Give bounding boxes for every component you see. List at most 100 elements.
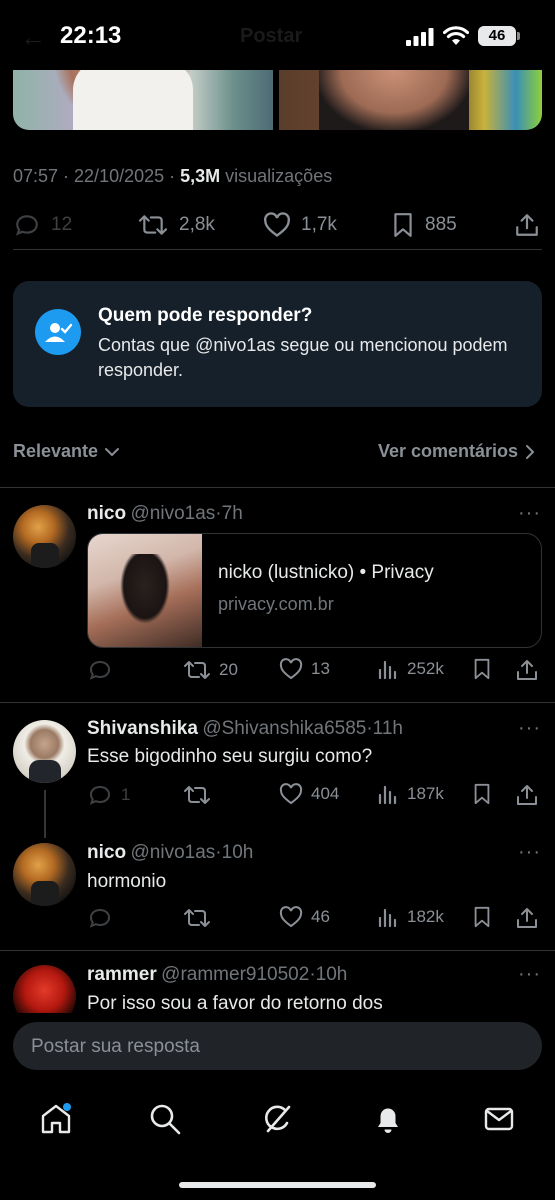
share-button[interactable] xyxy=(515,783,539,807)
post-stats: 12 2,8k 1,7k 885 xyxy=(13,206,542,246)
like-button[interactable]: 404 xyxy=(279,783,339,805)
display-name[interactable]: nico xyxy=(87,503,126,524)
repost-count: 2,8k xyxy=(179,214,215,235)
reply-input[interactable]: Postar sua resposta xyxy=(13,1022,542,1070)
views-button[interactable]: 187k xyxy=(377,783,444,805)
reply-stat[interactable]: 12 xyxy=(13,212,72,238)
bookmark-button[interactable] xyxy=(472,906,492,928)
reply-count: 12 xyxy=(51,214,73,235)
chevron-right-icon xyxy=(526,444,535,459)
reply-button[interactable]: 1 xyxy=(87,783,130,807)
display-name[interactable]: rammer xyxy=(87,964,157,985)
grok-icon xyxy=(265,1105,291,1133)
share-button[interactable] xyxy=(513,212,541,238)
like-stat[interactable]: 1,7k xyxy=(263,212,337,238)
reply-text: Esse bigodinho seu surgiu como? xyxy=(87,746,373,767)
restriction-description: Contas que @nivo1as segue ou mencionou p… xyxy=(98,335,508,380)
repost-icon xyxy=(184,909,210,927)
messages-tab[interactable] xyxy=(482,1102,516,1136)
search-tab[interactable] xyxy=(148,1102,182,1136)
more-options-icon[interactable]: ··· xyxy=(518,717,541,740)
like-count: 404 xyxy=(311,784,340,803)
link-card[interactable]: nicko (lustnicko) • Privacy privacy.com.… xyxy=(87,533,542,648)
heart-icon xyxy=(279,658,303,680)
grok-tab[interactable] xyxy=(259,1102,293,1136)
bookmark-icon xyxy=(474,906,490,928)
repost-button[interactable] xyxy=(183,906,211,930)
bookmark-button[interactable] xyxy=(472,658,492,680)
reply-text: Por isso sou a favor do retorno dos xyxy=(87,993,383,1013)
reply-actions: 1 404 187k xyxy=(87,783,542,809)
repost-stat[interactable]: 2,8k xyxy=(137,212,215,238)
reply-button[interactable] xyxy=(87,906,113,930)
chevron-down-icon xyxy=(105,447,120,456)
avatar[interactable] xyxy=(13,843,76,906)
display-name[interactable]: Shivanshika xyxy=(87,718,198,739)
bookmark-count: 885 xyxy=(425,214,457,235)
repost-button[interactable] xyxy=(183,783,211,807)
share-button[interactable] xyxy=(515,658,539,682)
reply-item: rammer @rammer910502·10h ··· Por isso so… xyxy=(0,955,555,1013)
views-count: 5,3M xyxy=(180,166,221,186)
post-timestamp: 07:57 · 22/10/2025 · xyxy=(13,166,181,186)
view-comments-link[interactable]: Ver comentários xyxy=(378,441,536,462)
bookmark-button[interactable] xyxy=(472,783,492,805)
views-count: 252k xyxy=(407,659,444,678)
user-handle[interactable]: @Shivanshika6585 xyxy=(202,718,366,739)
display-name[interactable]: nico xyxy=(87,842,126,863)
reply-header: nico @nivo1as·10h xyxy=(87,842,253,864)
bookmark-icon xyxy=(474,658,490,680)
reply-icon xyxy=(89,660,111,680)
sort-label: Relevante xyxy=(13,441,99,461)
search-icon xyxy=(150,1104,181,1135)
share-icon xyxy=(517,908,537,928)
repost-count: 20 xyxy=(219,660,238,679)
avatar[interactable] xyxy=(13,505,76,568)
battery-indicator: 46 xyxy=(478,26,520,46)
share-icon xyxy=(517,660,537,680)
like-button[interactable]: 13 xyxy=(279,658,330,680)
restriction-title: Quem pode responder? xyxy=(98,305,313,326)
reply-icon xyxy=(89,908,111,928)
messages-icon xyxy=(484,1107,514,1131)
share-button[interactable] xyxy=(515,906,539,930)
user-handle[interactable]: @nivo1as xyxy=(131,842,216,863)
link-title: nicko (lustnicko) • Privacy xyxy=(218,562,434,583)
more-options-icon[interactable]: ··· xyxy=(518,502,541,525)
user-handle[interactable]: @nivo1as xyxy=(131,503,216,524)
user-handle[interactable]: @rammer910502 xyxy=(161,964,309,985)
status-bar: ← Postar 22:13 46 xyxy=(0,0,555,70)
bookmark-icon xyxy=(474,783,490,805)
repost-icon xyxy=(138,215,168,235)
divider xyxy=(0,702,555,703)
divider xyxy=(13,249,542,250)
like-count: 1,7k xyxy=(301,214,337,235)
bookmark-stat[interactable]: 885 xyxy=(391,212,457,238)
home-tab[interactable] xyxy=(38,1102,74,1136)
views-button[interactable]: 252k xyxy=(377,658,444,680)
reply-actions: 46 182k xyxy=(87,906,542,932)
home-icon xyxy=(41,1103,71,1134)
avatar[interactable] xyxy=(13,965,76,1013)
notifications-tab[interactable] xyxy=(371,1102,405,1136)
more-options-icon[interactable]: ··· xyxy=(518,841,541,864)
avatar[interactable] xyxy=(13,720,76,783)
heart-icon xyxy=(264,212,290,237)
clock: 22:13 xyxy=(60,22,122,49)
divider xyxy=(0,950,555,951)
views-chart-icon xyxy=(378,660,397,680)
sort-dropdown[interactable]: Relevante xyxy=(13,441,120,462)
reply-header: nico @nivo1as·7h xyxy=(87,503,243,525)
views-button[interactable]: 182k xyxy=(377,906,444,928)
reply-text: hormonio xyxy=(87,871,167,892)
reply-button[interactable] xyxy=(87,658,113,682)
views-count: 187k xyxy=(407,784,444,803)
views-chart-icon xyxy=(378,908,397,928)
reply-time: ·11h xyxy=(366,718,403,739)
more-options-icon[interactable]: ··· xyxy=(518,963,541,986)
back-arrow-icon[interactable]: ← xyxy=(20,22,46,53)
like-button[interactable]: 46 xyxy=(279,906,330,928)
views-label: visualizações xyxy=(220,166,333,186)
like-count: 13 xyxy=(311,659,330,678)
repost-button[interactable]: 20 xyxy=(183,658,238,682)
